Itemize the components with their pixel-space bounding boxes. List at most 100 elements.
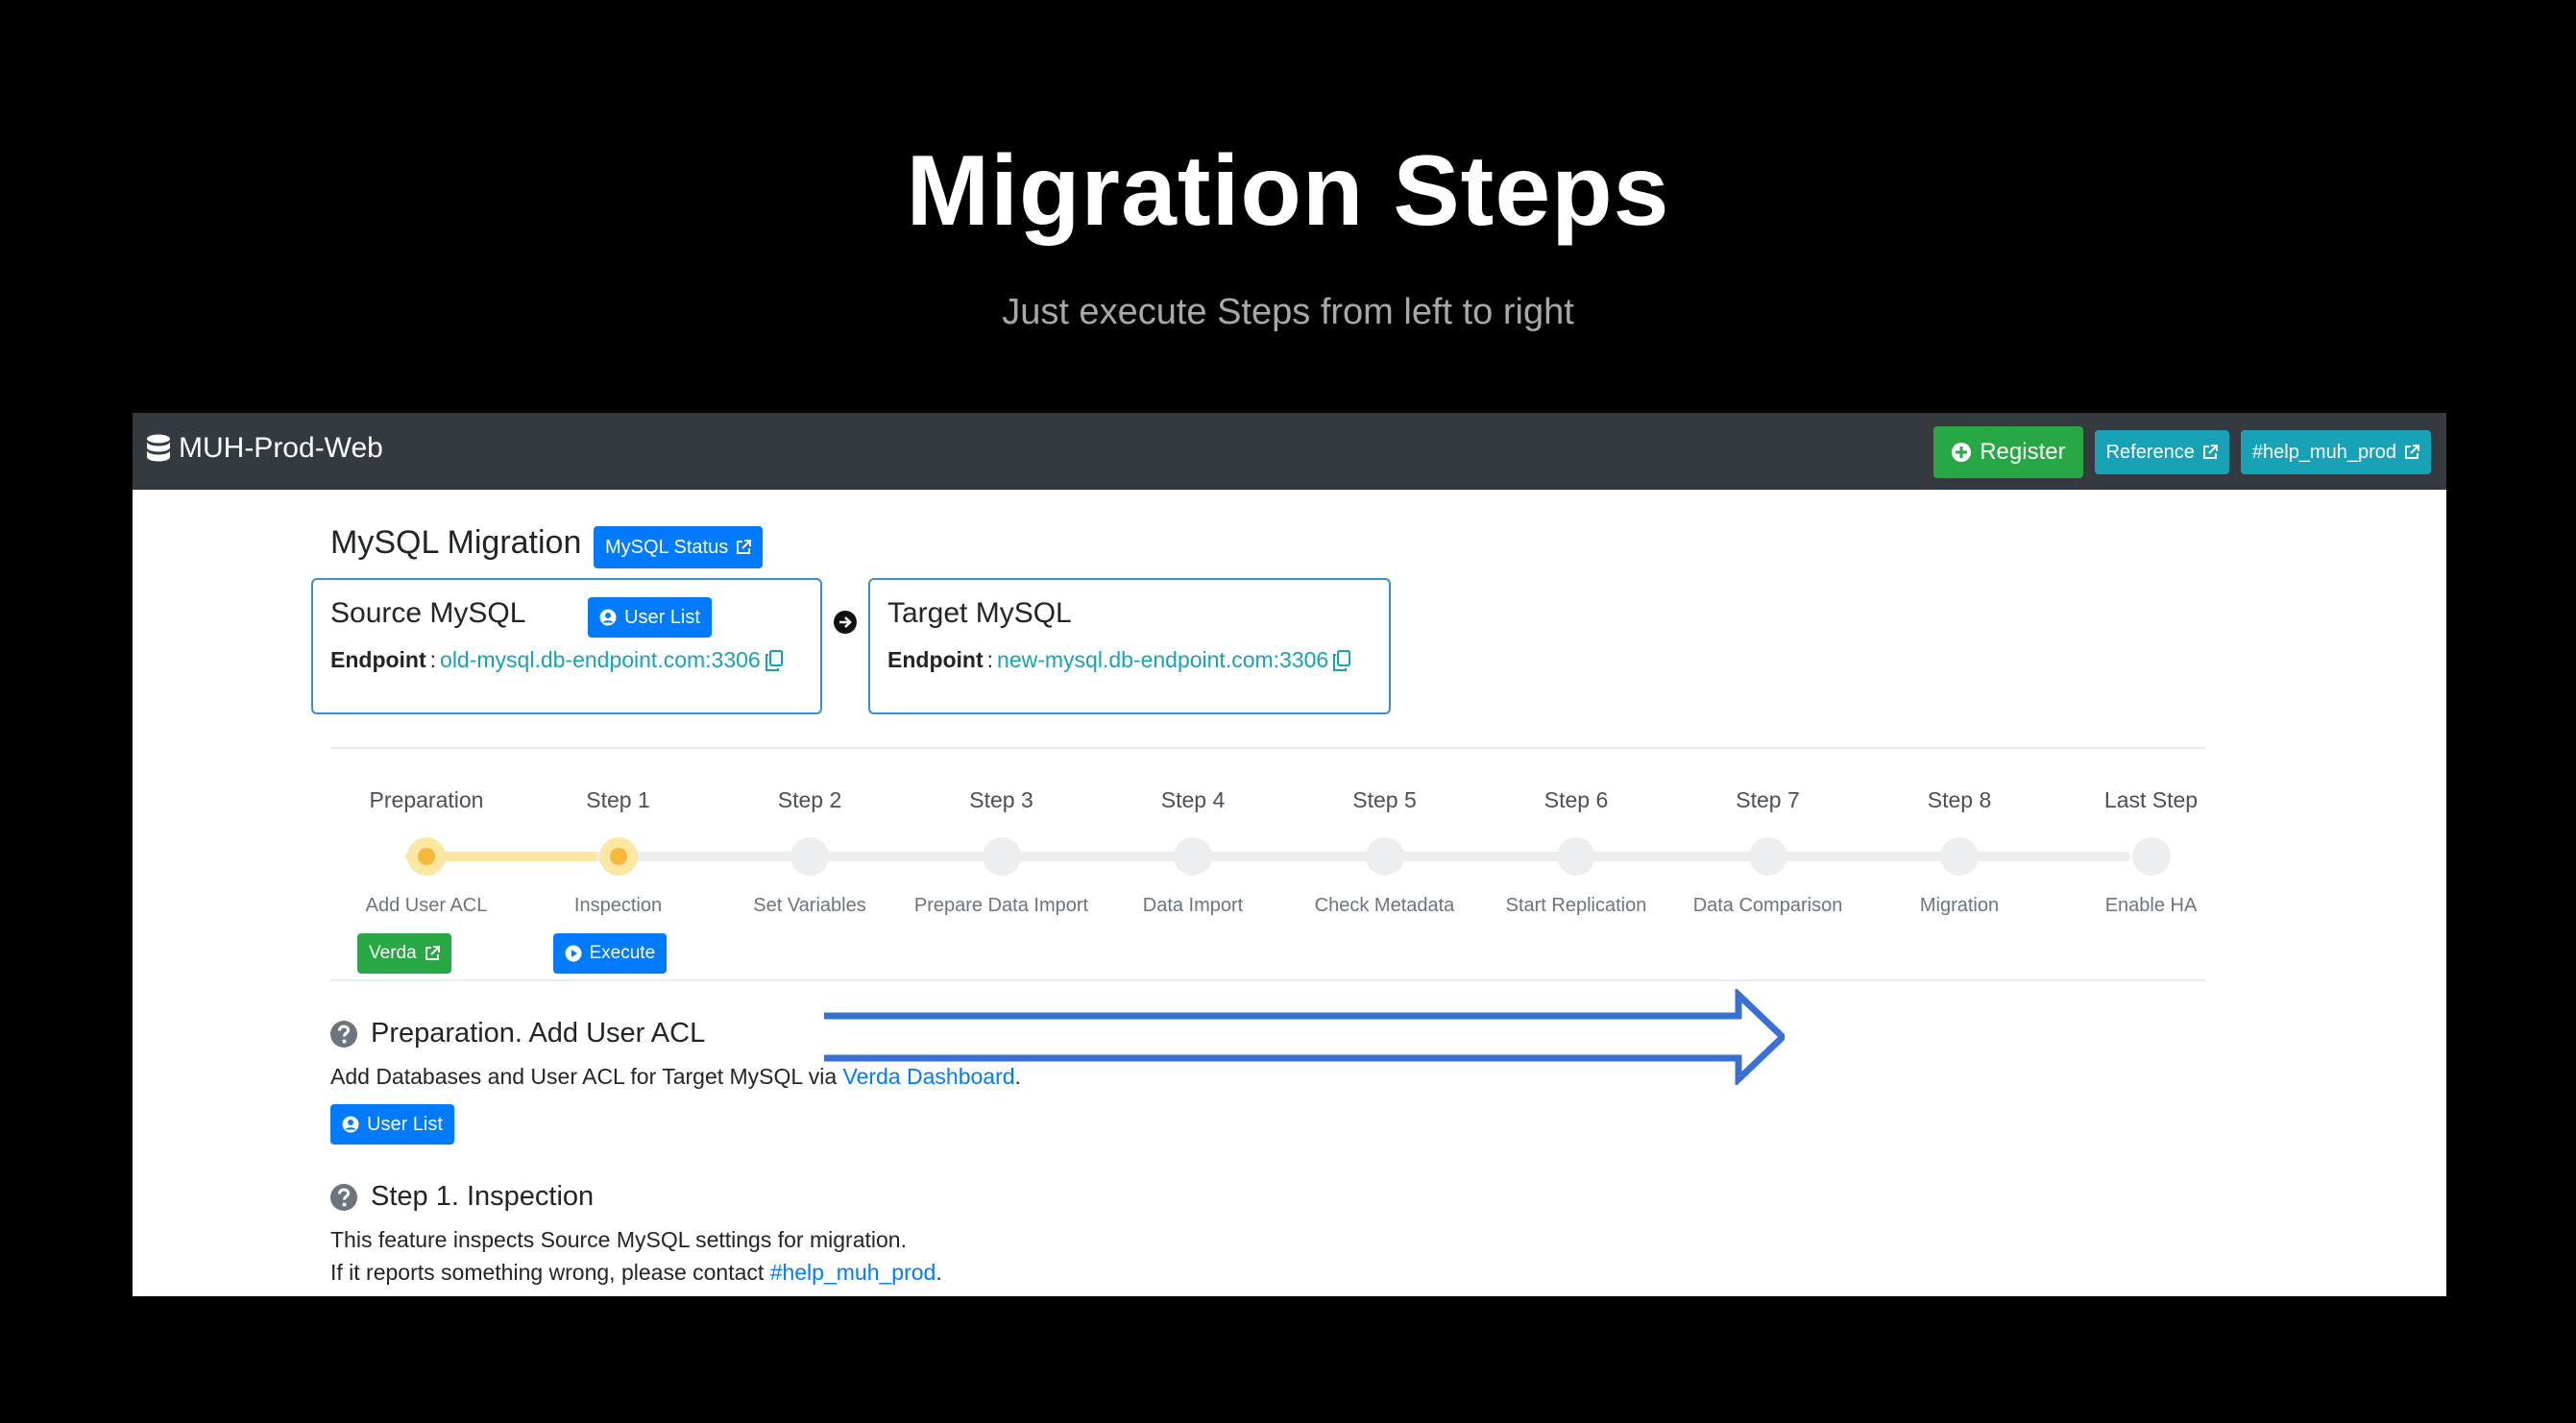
source-user-list-button[interactable]: User List [588,597,712,638]
help-channel-link[interactable]: #help_muh_prod [770,1260,936,1285]
step-label: Step 6 [1543,787,1609,812]
step-indicator [598,837,638,876]
step-5: Step 4 Data Import [1097,787,1289,916]
endpoint-label: Endpoint [330,647,426,672]
prep-text-before: Add Databases and User ACL for Target My… [330,1064,843,1089]
slide-title: Migration Steps [906,135,1670,247]
step-description: Inspection [573,895,663,916]
step-indicator [1748,837,1787,876]
step-indicator [1174,837,1212,876]
step-7: Step 6 Start Replication [1480,787,1672,916]
help-channel-button[interactable]: #help_muh_prod [2240,430,2431,474]
step-track [405,852,2130,861]
step-9: Step 8 Migration [1863,787,2055,916]
target-endpoint: Endpoint: new-mysql.db-endpoint.com:3306 [887,647,1351,673]
execute-label: Execute [589,943,656,963]
step-description: Add User ACL [365,895,488,916]
step-progress: Preparation Add User ACL Verda Step 1 Inspec… [330,787,2205,979]
step-2: Step 1 Inspection Execute [522,787,715,974]
inspection-heading: Step 1. Inspection [330,1181,594,1213]
mysql-status-label: MySQL Status [605,536,729,558]
preparation-text: Add Databases and User ACL for Target My… [330,1064,1021,1090]
help-channel-label: #help_muh_prod [2251,441,2396,463]
step-indicator [1365,837,1404,876]
step-indicator [1940,837,1979,876]
play-circle-icon [565,945,581,962]
step-label: Step 5 [1352,787,1417,812]
step-label: Step 8 [1927,787,1992,812]
external-link-icon [2405,445,2419,459]
preparation-heading: Preparation. Add User ACL [330,1018,705,1049]
preparation-heading-text: Preparation. Add User ACL [371,1018,706,1049]
step-indicator [1557,837,1595,876]
external-link-icon [425,946,440,960]
user-list-label: User List [624,606,700,628]
register-button[interactable]: Register [1933,426,2083,478]
step-description: Enable HA [2104,895,2198,916]
user-list-button[interactable]: User List [330,1104,454,1145]
execute-button[interactable]: Execute [552,933,668,974]
step-description: Migration [1919,895,2000,916]
app-window: MUH-Prod-Web Register Reference #help_mu [133,413,2446,1296]
verda-label: Verda [369,943,417,963]
step-1: Preparation Add User ACL Verda [330,787,522,974]
verda-button[interactable]: Verda [357,933,451,974]
question-circle-icon [330,1183,357,1211]
prep-text-after: . [1014,1064,1021,1089]
target-mysql-title: Target MySQL [887,597,1072,629]
brand-link[interactable]: MUH-Prod-Web [146,432,383,465]
step-6: Step 5 Check Metadata [1289,787,1481,916]
plus-circle-icon [1952,443,1972,462]
inspection-line2-before: If it reports something wrong, please co… [330,1260,770,1285]
copy-icon[interactable] [1332,649,1351,671]
source-endpoint-value[interactable]: old-mysql.db-endpoint.com:3306 [440,647,761,673]
step-4: Step 3 Prepare Data Import [906,787,1098,916]
verda-dashboard-link[interactable]: Verda Dashboard [843,1064,1015,1089]
inspection-line1: This feature inspects Source MySQL setti… [330,1227,907,1252]
target-endpoint-value[interactable]: new-mysql.db-endpoint.com:3306 [997,647,1328,673]
step-label: Step 3 [969,787,1033,812]
inspection-line2: If it reports something wrong, please co… [330,1260,942,1286]
source-endpoint: Endpoint: old-mysql.db-endpoint.com:3306 [330,647,784,673]
step-description: Data Comparison [1692,895,1843,916]
step-description: Prepare Data Import [913,895,1089,916]
mysql-status-button[interactable]: MySQL Status [594,526,764,568]
step-description: Set Variables [753,895,866,916]
inspection-line2-after: . [936,1260,942,1285]
brand-label: MUH-Prod-Web [179,432,383,464]
step-label: Step 4 [1160,787,1226,812]
page-title: MySQL Migration [330,524,582,561]
user-circle-icon [599,609,617,626]
step-label: Step 1 [586,787,650,812]
user-list-label: User List [367,1113,443,1135]
step-description: Start Replication [1505,895,1647,916]
register-label: Register [1980,439,2066,465]
step-label: Step 2 [777,787,842,812]
step-description: Data Import [1142,895,1244,916]
external-link-icon [737,540,752,554]
step-indicator [2131,837,2171,876]
target-mysql-card: Target MySQL Endpoint: new-mysql.db-endp… [868,578,1391,714]
endpoint-colon: : [986,647,994,672]
divider [330,979,2205,981]
step-indicator [407,837,446,876]
copy-icon[interactable] [765,649,784,671]
reference-button[interactable]: Reference [2094,430,2229,474]
step-label: Preparation [369,787,484,812]
step-3: Step 2 Set Variables [714,787,906,916]
source-mysql-card: Source MySQL User List Endpoint: old-mys… [311,578,822,714]
step-description: Check Metadata [1314,895,1455,916]
navbar-actions: Register Reference #help_muh_prod [1933,426,2431,478]
divider [330,747,2205,749]
user-circle-icon [342,1116,359,1133]
step-indicator [982,837,1021,876]
reference-label: Reference [2105,441,2195,463]
source-mysql-title: Source MySQL [330,597,526,629]
endpoint-label: Endpoint [887,647,984,672]
inspection-heading-text: Step 1. Inspection [371,1181,595,1212]
step-8: Step 7 Data Comparison [1672,787,1864,916]
question-circle-icon [330,1020,357,1048]
step-indicator [790,837,829,876]
step-10: Last Step Enable HA [2055,787,2248,916]
navbar: MUH-Prod-Web Register Reference #help_mu [133,413,2446,490]
